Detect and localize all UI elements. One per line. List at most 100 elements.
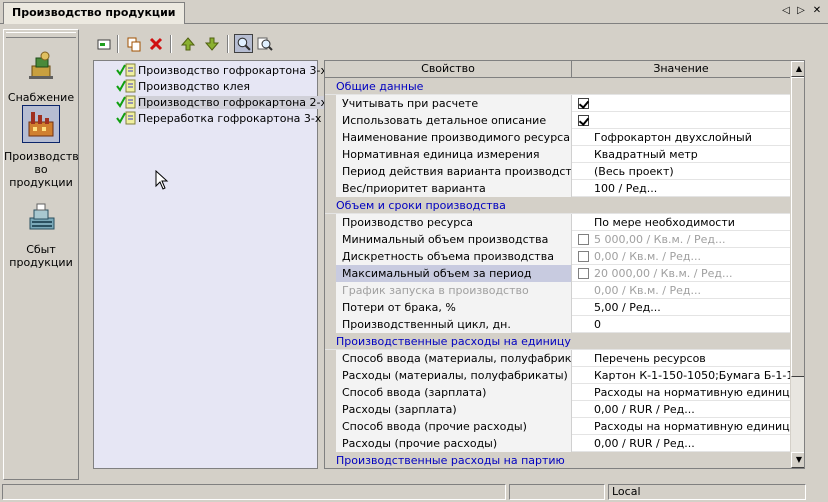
- property-value[interactable]: По мере необходимости: [572, 214, 790, 231]
- property-value[interactable]: 0,00 / Кв.м. / Ред...: [572, 248, 790, 265]
- toolbar-separator: [227, 35, 229, 53]
- property-value[interactable]: Гофрокартон двухслойный: [572, 129, 790, 146]
- sidebar-item-production[interactable]: Производств во продукции: [4, 105, 79, 189]
- property-row[interactable]: Способ ввода (зарплата) Расходы на нормат…: [325, 384, 790, 401]
- property-row[interactable]: Расходы (материалы, полуфабрикаты) Картон…: [325, 367, 790, 384]
- property-checkbox[interactable]: [578, 115, 589, 126]
- property-value[interactable]: (Весь проект): [572, 163, 790, 180]
- property-value[interactable]: 0,00 / RUR / Ред...: [572, 401, 790, 418]
- property-row[interactable]: Период действия варианта производства (В…: [325, 163, 790, 180]
- property-value[interactable]: Квадратный метр: [572, 146, 790, 163]
- tree-item[interactable]: Переработка гофрокартона 3-х: [116, 111, 321, 127]
- sidebar-item-label: Производств во продукции: [4, 150, 79, 189]
- property-row[interactable]: Вес/приоритет варианта 100 / Ред...: [325, 180, 790, 197]
- scroll-down-icon[interactable]: ▼: [791, 452, 804, 468]
- column-header-property[interactable]: Свойство: [325, 61, 572, 78]
- property-row[interactable]: График запуска в производство 0,00 / Кв.м…: [325, 282, 790, 299]
- property-value-text: 20 000,00 / Кв.м. / Ред...: [594, 267, 733, 280]
- property-value[interactable]: 0: [572, 316, 790, 333]
- row-gutter: [325, 350, 336, 367]
- property-value[interactable]: 20 000,00 / Кв.м. / Ред...: [572, 265, 790, 282]
- sidebar-item-sales[interactable]: Сбыт продукции: [4, 200, 78, 269]
- property-value-text: 0,00 / Кв.м. / Ред...: [594, 250, 701, 263]
- production-variant-tree[interactable]: Производство гофрокартона 3-х Производст…: [93, 60, 328, 469]
- property-value-text: Расходы на нормативную единицу: [594, 386, 790, 399]
- property-checkbox[interactable]: [578, 234, 589, 245]
- property-value-text: 100 / Ред...: [594, 182, 658, 195]
- row-gutter: [325, 367, 336, 384]
- grid-section-header[interactable]: Общие данные: [325, 78, 790, 95]
- checked-document-icon: [116, 63, 136, 77]
- property-row[interactable]: Нормативная единица измерения Квадратный …: [325, 146, 790, 163]
- property-grid[interactable]: Свойство Значение Общие данные Учитывать …: [324, 60, 805, 469]
- property-value[interactable]: [572, 95, 790, 112]
- property-value[interactable]: 5,00 / Ред...: [572, 299, 790, 316]
- property-checkbox[interactable]: [578, 268, 589, 279]
- property-name: Способ ввода (зарплата): [336, 384, 572, 401]
- delete-icon[interactable]: [148, 36, 164, 52]
- property-row[interactable]: Использовать детальное описание: [325, 112, 790, 129]
- row-gutter: [325, 282, 336, 299]
- property-row[interactable]: Максимальный объем за период 20 000,00 / …: [325, 265, 790, 282]
- tab-close-icon[interactable]: ✕: [811, 4, 823, 18]
- property-row[interactable]: Производственный цикл, дн. 0: [325, 316, 790, 333]
- tree-item[interactable]: Производство клея: [116, 79, 250, 95]
- property-row[interactable]: Дискретность объема производства 0,00 / К…: [325, 248, 790, 265]
- property-row[interactable]: Наименование производимого ресурса Гофрок…: [325, 129, 790, 146]
- tab-next-icon[interactable]: ▷: [795, 4, 807, 18]
- property-value[interactable]: Картон К-1-150-1050;Бумага Б-1-1...: [572, 367, 790, 384]
- sidebar-item-label: Снабжение: [7, 91, 75, 104]
- factory-icon: [22, 105, 60, 143]
- property-value[interactable]: 0,00 / RUR / Ред...: [572, 435, 790, 452]
- property-name: Способ ввода (материалы, полуфабрикаты): [336, 350, 572, 367]
- vertical-scrollbar[interactable]: ▲ ▼: [790, 61, 804, 468]
- grid-header: Свойство Значение: [325, 61, 790, 78]
- property-value[interactable]: Расходы на нормативную единицу: [572, 418, 790, 435]
- add-icon[interactable]: [96, 36, 112, 52]
- property-value[interactable]: 5 000,00 / Кв.м. / Ред...: [572, 231, 790, 248]
- property-name: Минимальный объем производства: [336, 231, 572, 248]
- scroll-up-icon[interactable]: ▲: [791, 61, 804, 77]
- property-row[interactable]: Способ ввода (прочие расходы) Расходы на …: [325, 418, 790, 435]
- find-next-icon[interactable]: [257, 36, 273, 52]
- column-header-value[interactable]: Значение: [572, 61, 790, 78]
- grid-section-header[interactable]: Объем и сроки производства: [325, 197, 790, 214]
- row-gutter: [325, 163, 336, 180]
- property-value-text: 0,00 / RUR / Ред...: [594, 403, 695, 416]
- property-value[interactable]: Расходы на нормативную единицу: [572, 384, 790, 401]
- scroll-thumb[interactable]: [791, 77, 804, 377]
- property-row[interactable]: Производство ресурса По мере необходимост…: [325, 214, 790, 231]
- property-row[interactable]: Учитывать при расчете: [325, 95, 790, 112]
- grid-section-header[interactable]: Производственные расходы на единицу: [325, 333, 790, 350]
- property-row[interactable]: Минимальный объем производства 5 000,00 /…: [325, 231, 790, 248]
- tab-prev-icon[interactable]: ◁: [780, 4, 792, 18]
- property-value[interactable]: [572, 112, 790, 129]
- property-row[interactable]: Расходы (зарплата) 0,00 / RUR / Ред...: [325, 401, 790, 418]
- checked-document-icon: [116, 111, 136, 125]
- property-checkbox[interactable]: [578, 251, 589, 262]
- property-row[interactable]: Расходы (прочие расходы) 0,00 / RUR / Ред…: [325, 435, 790, 452]
- property-value-text: 5,00 / Ред...: [594, 301, 661, 314]
- property-value-text: 0,00 / Кв.м. / Ред...: [594, 284, 701, 297]
- section-label: Объем и сроки производства: [336, 199, 506, 212]
- move-up-icon[interactable]: [180, 36, 196, 52]
- property-value[interactable]: Перечень ресурсов: [572, 350, 790, 367]
- copy-icon[interactable]: [126, 36, 142, 52]
- find-icon[interactable]: [234, 34, 253, 53]
- tab-production[interactable]: Производство продукции: [3, 2, 185, 24]
- tree-item[interactable]: Производство гофрокартона 2-х: [116, 95, 328, 111]
- toolbar: [90, 32, 790, 56]
- move-down-icon[interactable]: [204, 36, 220, 52]
- sidebar-item-supply[interactable]: Снабжение: [4, 48, 78, 104]
- property-value[interactable]: 0,00 / Кв.м. / Ред...: [572, 282, 790, 299]
- grid-section-header[interactable]: Производственные расходы на партию: [325, 452, 790, 468]
- tree-item-label: Производство клея: [138, 80, 251, 93]
- property-row[interactable]: Способ ввода (материалы, полуфабрикаты) П…: [325, 350, 790, 367]
- row-gutter: [325, 418, 336, 435]
- tree-item[interactable]: Производство гофрокартона 3-х: [116, 63, 327, 79]
- property-value[interactable]: 100 / Ред...: [572, 180, 790, 197]
- property-row[interactable]: Потери от брака, % 5,00 / Ред...: [325, 299, 790, 316]
- property-checkbox[interactable]: [578, 98, 589, 109]
- toolbar-separator: [170, 35, 172, 53]
- property-value-text: Картон К-1-150-1050;Бумага Б-1-1...: [594, 369, 790, 382]
